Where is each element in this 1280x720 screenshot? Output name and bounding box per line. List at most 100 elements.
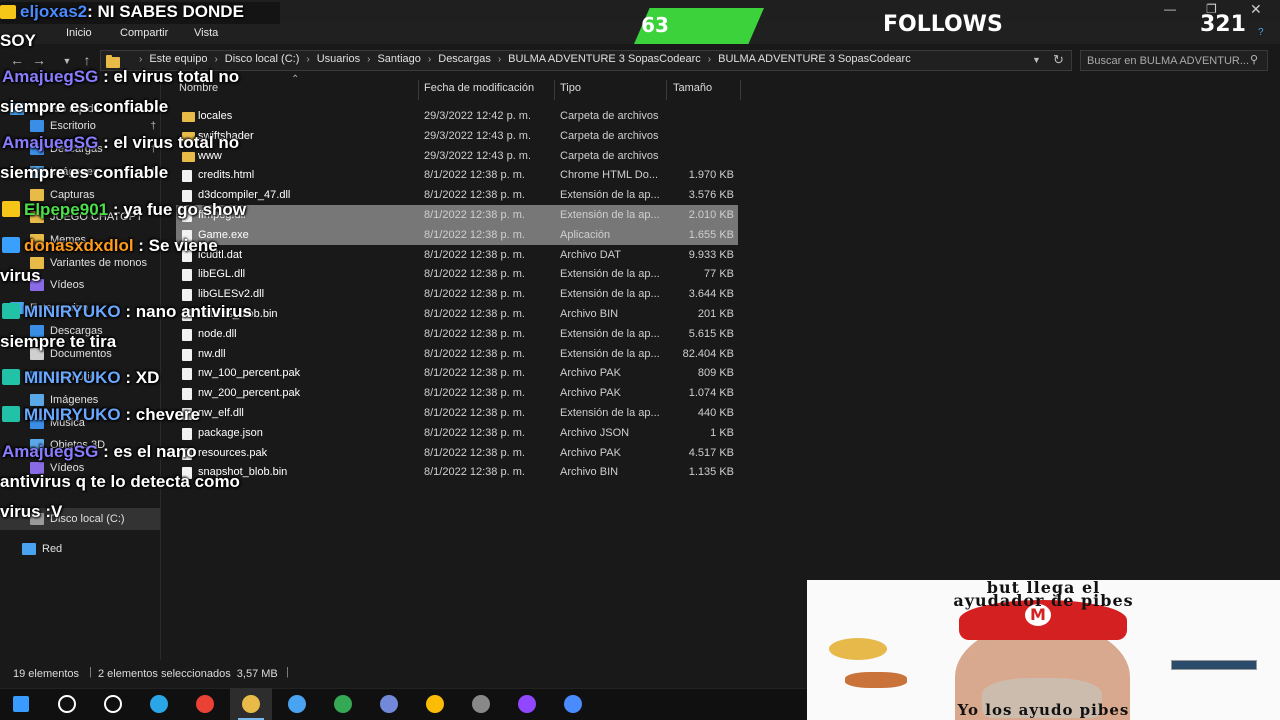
crumb-sep: › [707,53,712,65]
chat-text: : es el nano [98,442,197,461]
app-icon [288,695,306,713]
chat-message: AmajuegSG : el virus total no siempre es … [0,128,297,188]
file-date: 8/1/2022 12:38 p. m. [424,169,525,182]
edge-icon [150,695,168,713]
column-separator[interactable] [666,80,667,100]
column-separator[interactable] [418,80,419,100]
chat-text: : nano antivirus [120,302,252,321]
taskbar-app-6[interactable] [276,688,318,720]
taskbar-app-10[interactable] [460,688,502,720]
file-size: 5.615 KB [688,327,734,340]
meme-caption-bottom: Yo los ayudo pibes [957,701,1130,719]
file-size: 3.576 KB [688,189,734,202]
file-size: 9.933 KB [688,248,734,261]
meme-caption-line2: ayudador de pibes [953,591,1134,610]
chrome-icon [426,695,444,713]
obs-icon [472,695,490,713]
crumb-sep: › [427,53,432,65]
file-date: 8/1/2022 12:38 p. m. [424,387,525,400]
file-type: Chrome HTML Do... [560,169,659,182]
chat-text-cont: virus :V [0,502,63,521]
file-type: Archivo PAK [560,446,621,459]
column-date[interactable]: Fecha de modificación [424,82,534,96]
crumb-bulma-1[interactable]: BULMA ADVENTURE 3 SopasCodearc [508,53,701,65]
chat-text: : el virus total no [98,133,240,152]
minimize-icon[interactable]: — [1164,2,1176,16]
chat-badge-icon [2,406,20,422]
taskbar-app-2[interactable] [92,688,134,720]
app-icon [564,695,582,713]
chrome-icon [196,695,214,713]
column-size[interactable]: Tamaño [673,82,712,96]
file-size: 809 KB [697,367,734,380]
refresh-icon[interactable]: ↻ [1053,52,1064,68]
taskbar-app-7[interactable] [322,688,364,720]
file-type: Archivo BIN [560,308,619,320]
chat-text-cont: antivirus q te lo detecta como [0,472,240,491]
file-explorer-icon [242,695,260,713]
taskbar-app-8[interactable] [368,688,410,720]
file-type: Extensión de la ap... [560,347,660,360]
column-type[interactable]: Tipo [560,82,581,96]
column-separator[interactable] [740,80,741,100]
file-date: 8/1/2022 12:38 p. m. [424,367,525,380]
help-icon[interactable]: ? [1258,27,1264,38]
chat-text-cont: virus [0,266,41,285]
taskbar-app-4[interactable] [184,688,226,720]
chat-line: Elpepe901 : ya fue go show [2,195,297,225]
search-input[interactable]: Buscar en BULMA ADVENTUR... [1080,50,1268,71]
crumb-bulma-2[interactable]: BULMA ADVENTURE 3 SopasCodearc [718,53,911,65]
chat-text: : el virus total no [98,67,240,86]
taskbar-app-3[interactable] [138,688,180,720]
crumb-sep: › [306,53,310,65]
goal-number: 63 [641,13,669,37]
file-type: Carpeta de archivos [560,129,659,142]
chat-username: AmajuegSG [2,442,99,461]
taskbar-app-1[interactable] [46,688,88,720]
file-type: Extensión de la ap... [560,189,660,202]
chat-message: Elpepe901 : ya fue go show [2,195,297,225]
file-date: 8/1/2022 12:38 p. m. [424,288,525,301]
file-type: Carpeta de archivos [560,110,659,122]
chat-text: : chevere [120,405,201,424]
file-size: 1 KB [710,426,734,439]
file-size: 1.135 KB [688,466,734,479]
file-type: Archivo JSON [560,426,630,439]
file-date: 8/1/2022 12:38 p. m. [424,327,525,340]
crumb-downloads[interactable]: Descargas [438,53,491,65]
meme-caption-top: but llega el ayudador de pibes [807,580,1280,610]
file-date: 8/1/2022 12:38 p. m. [424,426,525,439]
sticker-drawing [829,638,887,660]
sidebar-item-18[interactable]: Red [0,538,160,560]
item-count: 19 elementos [13,668,80,680]
file-type: Extensión de la ap... [560,288,660,301]
file-type: Extensión de la ap... [560,268,660,281]
task-view-icon [104,695,122,713]
taskbar-app-11[interactable] [506,688,548,720]
file-type: Archivo DAT [560,248,621,261]
file-date: 29/3/2022 12:42 p. m. [424,110,532,122]
chat-message: AmajuegSG : es el nano antivirus q te lo … [0,437,297,527]
file-size: 2.010 KB [688,209,734,221]
chat-line: MINIRYUKO : chevere [2,400,297,430]
chat-line: AmajuegSG : el virus total no [2,128,297,158]
file-date: 8/1/2022 12:38 p. m. [424,446,525,459]
address-dropdown-icon[interactable]: ▼ [1032,55,1041,65]
chat-message: MINIRYUKO : XD [2,363,297,393]
chat-username: MINIRYUKO [24,405,121,424]
chat-text-cont: siempre te tira [0,332,117,351]
crumb-santiago[interactable]: Santiago [377,53,420,65]
column-separator[interactable] [554,80,555,100]
chat-username: Elpepe901 [24,200,109,219]
battery-drawing [1171,660,1257,670]
taskbar-app-9[interactable] [414,688,456,720]
file-size: 1.655 KB [688,228,734,241]
crumb-users[interactable]: Usuarios [317,53,360,65]
taskbar-app-5[interactable] [230,688,272,720]
taskbar-app-12[interactable] [552,688,594,720]
chat-username: MINIRYUKO [24,368,121,387]
taskbar-app-0[interactable] [0,688,42,720]
close-icon[interactable]: ✕ [1250,1,1262,18]
status-separator: | [286,666,289,678]
file-type: Extensión de la ap... [560,327,660,340]
